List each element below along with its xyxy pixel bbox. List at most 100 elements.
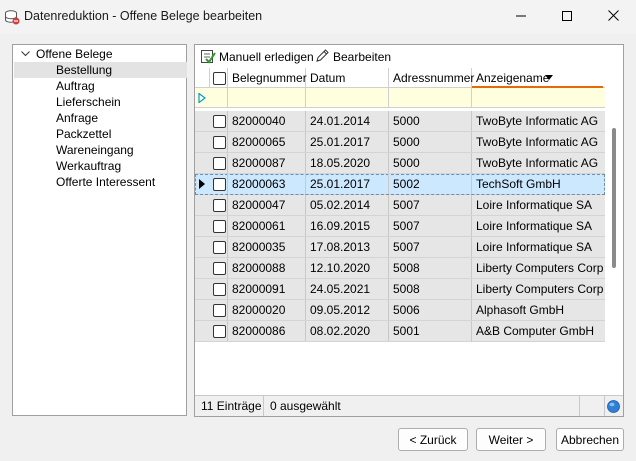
cell-belegnummer: 82000020 xyxy=(228,300,306,320)
cell-belegnummer: 82000091 xyxy=(228,279,306,299)
manual-complete-button[interactable]: Manuell erledigen xyxy=(200,48,314,66)
tree-root-offene-belege[interactable]: Offene Belege xyxy=(13,46,185,62)
row-select-cell[interactable] xyxy=(210,174,228,194)
cell-datum: 24.05.2021 xyxy=(306,279,389,299)
cell-datum: 16.09.2015 xyxy=(306,216,389,236)
row-checkbox[interactable] xyxy=(213,220,226,233)
minimize-button[interactable] xyxy=(498,0,544,34)
cell-datum: 17.08.2013 xyxy=(306,237,389,257)
vertical-scrollbar[interactable] xyxy=(606,68,623,394)
row-indicator xyxy=(195,216,209,236)
cell-anzeigename: Liberty Computers Corp. xyxy=(476,261,603,275)
row-checkbox[interactable] xyxy=(213,178,226,191)
cell-anzeigename: Loire Informatique SA xyxy=(476,198,593,212)
edit-button[interactable]: Bearbeiten xyxy=(314,48,391,66)
tree-item-bestellung[interactable]: Bestellung xyxy=(14,62,187,78)
row-checkbox[interactable] xyxy=(213,262,226,275)
row-select-cell[interactable] xyxy=(210,321,228,341)
sort-descending-icon xyxy=(545,75,553,80)
cell-datum: 18.05.2020 xyxy=(306,153,389,173)
tree-item-packzettel[interactable]: Packzettel xyxy=(14,126,187,142)
table-row[interactable]: 82000047 05.02.2014 5007 Loire Informatique… xyxy=(195,195,605,216)
table-row[interactable]: 82000040 24.01.2014 5000 TwoByte Informatic… xyxy=(195,111,605,132)
row-indicator xyxy=(195,321,209,341)
tree-item-wareneingang[interactable]: Wareneingang xyxy=(14,142,187,158)
row-select-cell[interactable] xyxy=(210,279,228,299)
row-select-cell[interactable] xyxy=(210,153,228,173)
tree-item-werkauftrag[interactable]: Werkauftrag xyxy=(14,158,187,174)
table-row[interactable]: 82000087 18.05.2020 5000 TwoByte Informatic… xyxy=(195,153,605,174)
back-button[interactable]: < Zurück xyxy=(398,428,468,451)
tree-item-auftrag[interactable]: Auftrag xyxy=(14,78,187,94)
close-button[interactable] xyxy=(590,0,636,34)
scrollbar-thumb[interactable] xyxy=(612,128,616,268)
row-select-cell[interactable] xyxy=(210,132,228,152)
cell-datum: 09.05.2012 xyxy=(306,300,389,320)
cell-adressnummer: 5001 xyxy=(389,321,472,341)
row-checkbox[interactable] xyxy=(213,304,226,317)
tree-item-anfrage[interactable]: Anfrage xyxy=(14,110,187,126)
filter-cell-belegnummer[interactable] xyxy=(228,88,306,108)
column-header-belegnummer[interactable]: Belegnummer xyxy=(228,68,307,88)
table-row[interactable]: 82000065 25.01.2017 5000 TwoByte Informatic… xyxy=(195,132,605,153)
tree-item-lieferschein[interactable]: Lieferschein xyxy=(14,94,187,110)
table-row[interactable]: 82000086 08.02.2020 5001 A&B Computer GmbH xyxy=(195,321,605,342)
cell-adressnummer: 5008 xyxy=(389,279,472,299)
row-checkbox[interactable] xyxy=(213,136,226,149)
cell-anzeigename: TwoByte Informatic AG xyxy=(476,114,599,128)
title-bar: Datenreduktion - Offene Belege bearbeite… xyxy=(0,0,636,34)
cell-belegnummer: 82000065 xyxy=(228,132,306,152)
table-row[interactable]: 82000091 24.05.2021 5008 Liberty Computers … xyxy=(195,279,605,300)
row-select-cell[interactable] xyxy=(210,216,228,236)
cell-anzeigename: A&B Computer GmbH xyxy=(476,324,595,338)
cell-datum: 05.02.2014 xyxy=(306,195,389,215)
row-checkbox[interactable] xyxy=(213,325,226,338)
row-indicator xyxy=(195,132,209,152)
cell-adressnummer: 5000 xyxy=(389,132,472,152)
close-icon xyxy=(607,10,619,24)
globe-icon[interactable] xyxy=(607,400,620,413)
row-select-cell[interactable] xyxy=(210,237,228,257)
table-row[interactable]: 82000061 16.09.2015 5007 Loire Informatique… xyxy=(195,216,605,237)
filter-cell-datum[interactable] xyxy=(306,88,389,108)
cell-belegnummer: 82000063 xyxy=(228,174,306,194)
column-header-adressnummer[interactable]: Adressnummer xyxy=(389,68,474,88)
toolbar: Manuell erledigen Bearbeiten xyxy=(195,45,623,68)
table-row[interactable]: 82000088 12.10.2020 5008 Liberty Computers … xyxy=(195,258,605,279)
row-select-cell[interactable] xyxy=(210,300,228,320)
header-select-all[interactable] xyxy=(210,68,228,88)
row-checkbox[interactable] xyxy=(213,115,226,128)
cell-belegnummer: 82000061 xyxy=(228,216,306,236)
cell-belegnummer: 82000035 xyxy=(228,237,306,257)
cell-datum: 25.01.2017 xyxy=(306,174,389,194)
tree-item-offerte-interessent[interactable]: Offerte Interessent xyxy=(14,174,187,190)
next-button[interactable]: Weiter > xyxy=(476,428,546,451)
entry-count: 11 Einträge xyxy=(195,396,264,416)
table-row[interactable]: 82000020 09.05.2012 5006 Alphasoft GmbH xyxy=(195,300,605,321)
column-header-anzeigename[interactable]: Anzeigename xyxy=(472,68,603,88)
row-checkbox[interactable] xyxy=(213,241,226,254)
filter-cell-anzeigename[interactable] xyxy=(472,88,603,108)
row-select-cell[interactable] xyxy=(210,111,228,131)
maximize-button[interactable] xyxy=(544,0,590,34)
row-select-cell[interactable] xyxy=(210,258,228,278)
filter-cell-adressnummer[interactable] xyxy=(389,88,472,108)
cancel-button[interactable]: Abbrechen xyxy=(556,428,624,451)
table-row[interactable]: 82000063 25.01.2017 5002 TechSoft GmbH xyxy=(195,174,605,195)
row-checkbox[interactable] xyxy=(213,157,226,170)
row-checkbox[interactable] xyxy=(213,283,226,296)
filter-cell-check[interactable] xyxy=(210,88,228,108)
column-header-datum[interactable]: Datum xyxy=(306,68,389,88)
cell-adressnummer: 5006 xyxy=(389,300,472,320)
cell-anzeigename: Liberty Computers Corp. xyxy=(476,282,603,296)
select-all-checkbox[interactable] xyxy=(213,72,226,85)
row-select-cell[interactable] xyxy=(210,195,228,215)
new-row-indicator-icon xyxy=(195,88,209,108)
filter-row[interactable] xyxy=(195,88,605,108)
cell-adressnummer: 5007 xyxy=(389,216,472,236)
status-spacer xyxy=(580,396,605,416)
chevron-down-icon[interactable] xyxy=(17,46,33,62)
maximize-icon xyxy=(562,10,572,24)
table-row[interactable]: 82000035 17.08.2013 5007 Loire Informatique… xyxy=(195,237,605,258)
row-checkbox[interactable] xyxy=(213,199,226,212)
